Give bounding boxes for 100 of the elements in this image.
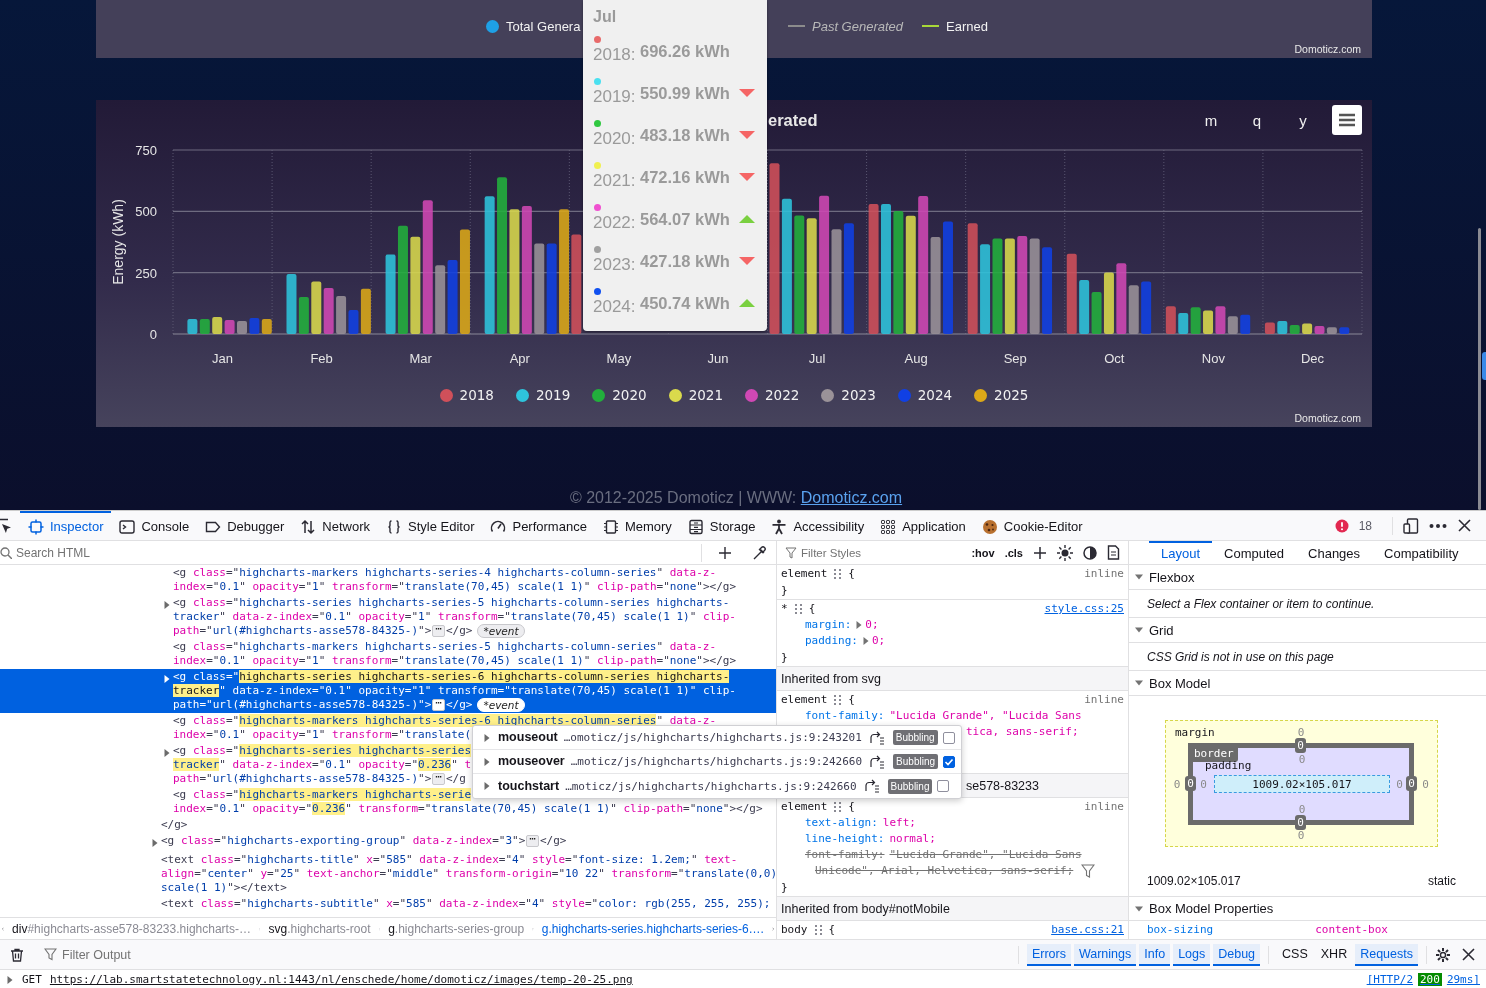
box-value: 0 [1297,829,1305,842]
code-text: </g> [445,698,473,712]
code-text: index="0.1" opacity="1" transform="translate( [173,728,472,742]
code-text: <g class="highcharts-series highcharts-series-5 highcharts-column-series highcharts- [173,596,730,610]
section-header: se578-83233 [966,778,1039,793]
box-label: border [1192,747,1238,762]
source-text: inline [1084,692,1124,708]
css-selector: element [781,799,828,815]
info-text: Select a Flex container or item to continue. [1129,590,1486,618]
request-method: GET [22,973,42,986]
css-selector: element [781,692,828,708]
css-property: font-family: [805,708,885,724]
code-text: path="url(#highcharts-asse578-84325-)"> [173,698,432,712]
axis-label: 750 [135,143,157,158]
code-text: <g class="highcharts-exporting-group" data-z-index="3"> [161,834,526,848]
series-label: 2020: [593,129,637,149]
property-value: content-box [1315,922,1388,938]
series-label: 2024: [593,297,637,317]
series-label: 2019: [593,87,637,107]
axis-label: 250 [135,265,157,281]
code-text: tracker" data-z-index="0.1" opacity="1" transform="translate(70,45) scale(1 1)" clip- [173,684,736,698]
code-text: </g> [161,818,188,832]
value-text: 427.18 kWh [640,251,731,271]
code-text: </g> [539,834,567,848]
box-value: 0 [1173,777,1181,791]
code-text: <g class="highcharts-markers highcharts-series-5 highcharts-column-series" data-z- [173,640,717,654]
axis-label: 500 [135,204,157,220]
css-value: 0; [865,617,879,633]
footer-text: © 2012-2025 Domoticz | WWW: Domoticz.com [569,488,903,508]
axis-label: Dec [1300,351,1324,366]
css-property: margin: [805,617,852,633]
section-header: Inherited from body#notMobile [777,897,1128,921]
code-text: path="url(#highcharts-asse578-84325-)"> [173,772,432,786]
series-label: 2023: [593,255,637,275]
code-text: <g class="highcharts-markers highcharts-serie [173,788,472,802]
axis-label: Apr [509,351,530,366]
series-label: 2021: [593,171,637,191]
code-text: tracker" data-z-index="0.1" opacity="1" transform="translate(70,45) scale(1 1)" clip- [173,610,736,624]
box-label: margin [1175,726,1215,739]
code-text: </g [445,772,466,786]
source-text: inline [1084,799,1124,815]
css-value: "Lucida Grande", "Lucida Sans [889,708,1082,724]
code-text: index="0.1" opacity="1" transform="translate(70,45) scale(1 1)" clip-path="none"></g> [173,654,736,668]
series-label: 2022: [593,213,637,233]
brace-text: { [848,692,855,708]
value-text: 696.26 kWh [640,41,731,61]
css-property: line-height: [805,831,885,847]
size-text: 1009.02×105.017 [1147,874,1241,888]
code-text: <text class="highcharts-subtitle" x="585" data-z-index="4" style="color: rgb(255, 255, 255); [161,897,771,911]
box-value: 0 [1297,725,1305,739]
axis-label: May [606,351,632,366]
code-text: index="0.1" opacity="1" transform="translate(70,45) scale(1 1)" clip-path="none"></g> [173,580,736,594]
position-text: static [1428,874,1456,888]
axis-label: Oct [1104,351,1125,366]
phase-label: Bubbling [892,730,938,745]
brace-text: } [781,582,788,599]
css-value: left; [882,815,916,831]
css-value: normal; [889,831,936,847]
box-value: 0 [1422,777,1429,791]
brace-text: { [848,566,855,582]
axis-label: Nov [1201,351,1225,366]
code-text: <g class="highcharts-series highcharts-series-6 highcharts-column-series highcharts- [173,670,730,684]
css-property: text-align: [805,815,878,831]
code-text: <g class="highcharts-markers highcharts-series-4 highcharts-column-series" data-z- [173,566,717,580]
css-selector: element [781,566,828,582]
value-text: 564.07 kWh [640,209,731,229]
code-text: </g> [445,624,473,638]
brace-text: } [781,649,788,666]
css-value: 0; [872,633,886,649]
tooltip-title: Jul [593,7,618,27]
css-selector: body [781,922,808,938]
code-text: <g class="highcharts-series highcharts-series [173,744,472,758]
code-text: scale(1 1)"></text> [161,881,287,895]
value-text: 472.16 kWh [640,167,731,187]
axis-label: Aug [904,351,928,366]
code-text: <g class="highcharts-markers highcharts-series-6 highcharts-column-series" data-z- [173,714,717,728]
css-property: font-family: [805,847,885,863]
brace-text: { [808,601,816,617]
code-text: <text class="highcharts-title" x="585" data-z-index="4" style="font-size: 1.2em;" text- [161,853,738,867]
source-text: inline [1084,566,1124,582]
brace-text: { [848,799,855,815]
css-value: tica, sans-serif; [966,724,1079,740]
status-badge: 200 [1418,973,1442,986]
chart-title: erated [768,110,819,130]
axis-label: Jun [707,351,729,366]
css-value: "Lucida Grande", "Lucida Sans [889,847,1082,863]
css-property: padding: [805,633,858,649]
info-text: CSS Grid is not in use on this page [1129,643,1486,671]
axis-label: Feb [310,351,333,366]
box-label: padding [1205,759,1252,772]
axis-label: Jul [808,351,826,366]
series-label: 2018: [593,45,637,65]
axis-label: Jan [212,351,234,366]
value-text: 450.74 kWh [640,293,731,313]
section-header: Inherited from svg [777,667,1128,691]
css-value: Unicode", Arial, Helvetica, sans-serif; [815,863,1074,879]
axis-label: 0 [149,327,157,342]
css-selector: * [781,601,788,617]
axis-label: Mar [409,351,432,366]
value-text: 550.99 kWh [640,83,731,103]
